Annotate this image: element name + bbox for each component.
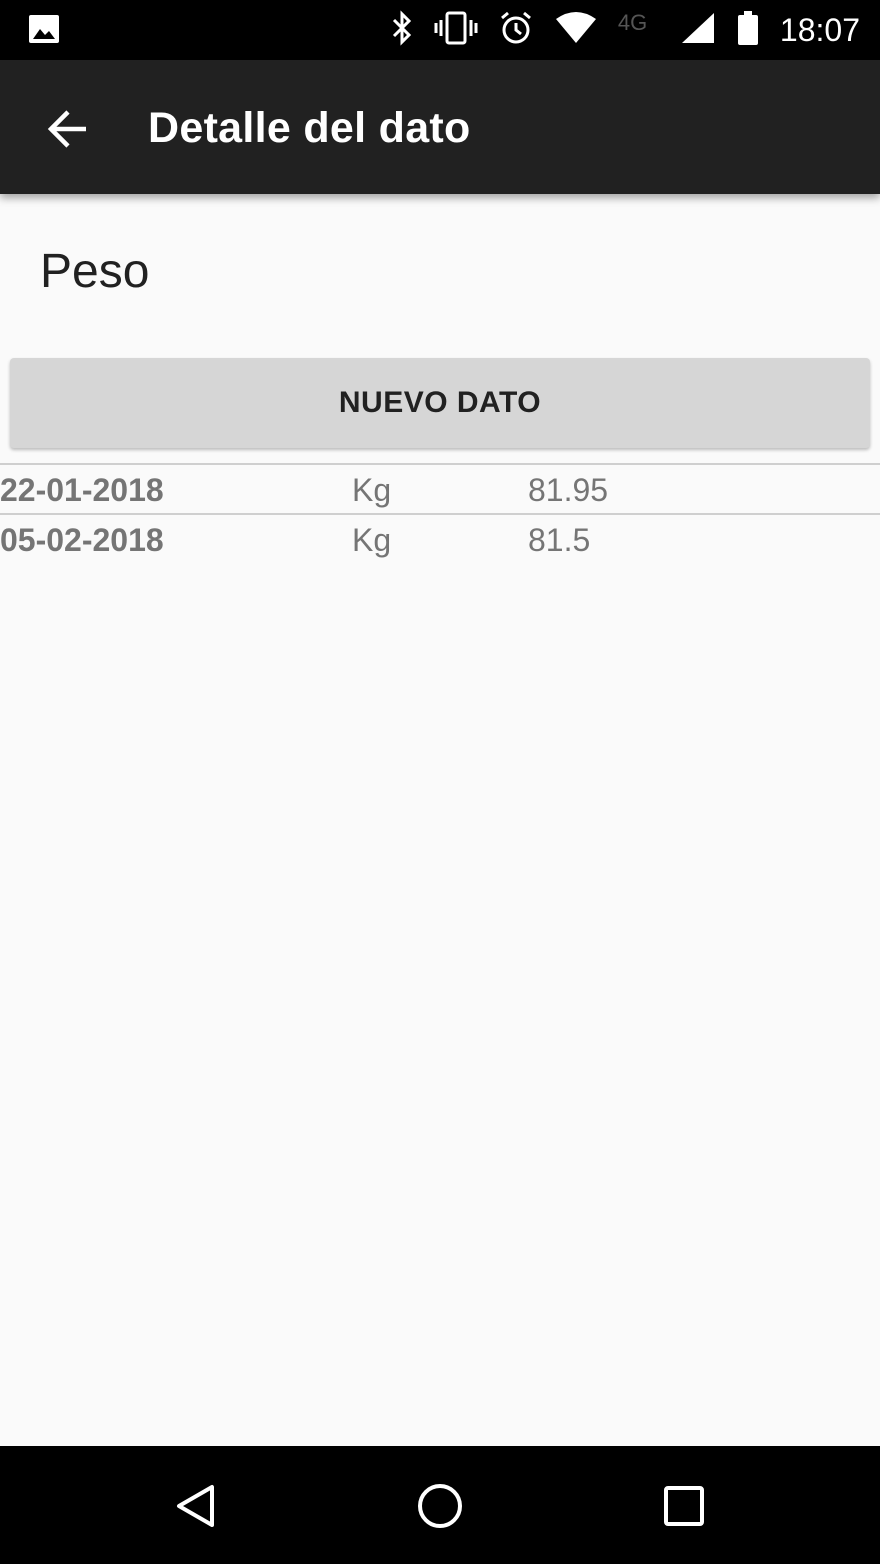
list-item[interactable]: 22-01-2018 Kg 81.95 (0, 465, 880, 513)
navigation-bar (0, 1446, 880, 1564)
section-title: Peso (40, 245, 150, 298)
network-type-label: 4G (617, 10, 648, 35)
back-triangle-icon[interactable] (172, 1482, 220, 1530)
recents-square-icon[interactable] (660, 1482, 708, 1530)
image-icon (28, 14, 60, 49)
clock: 18:07 (779, 11, 860, 48)
bluetooth-icon (390, 9, 414, 51)
arrow-back-icon[interactable] (44, 105, 92, 153)
list-item[interactable]: 05-02-2018 Kg 81.5 (0, 515, 880, 563)
signal-icon (680, 11, 716, 50)
app-bar: Detalle del dato (0, 60, 880, 194)
entry-date: 22-01-2018 (0, 472, 164, 508)
vibrate-icon (434, 10, 478, 51)
entry-unit: Kg (352, 522, 392, 558)
page-title: Detalle del dato (148, 104, 471, 152)
status-bar: 4G 18:07 (0, 0, 880, 60)
home-circle-icon[interactable] (416, 1482, 464, 1530)
entry-unit: Kg (352, 472, 392, 508)
entry-value: 81.95 (528, 472, 609, 508)
alarm-icon (498, 10, 534, 51)
entry-date: 05-02-2018 (0, 522, 164, 558)
entry-value: 81.5 (528, 522, 591, 558)
entries-list: 22-01-2018 Kg 81.95 05-02-2018 Kg 81.5 (0, 463, 880, 563)
wifi-icon (554, 11, 598, 50)
battery-icon (736, 10, 760, 51)
new-data-button[interactable]: NUEVO DATO (10, 358, 870, 448)
